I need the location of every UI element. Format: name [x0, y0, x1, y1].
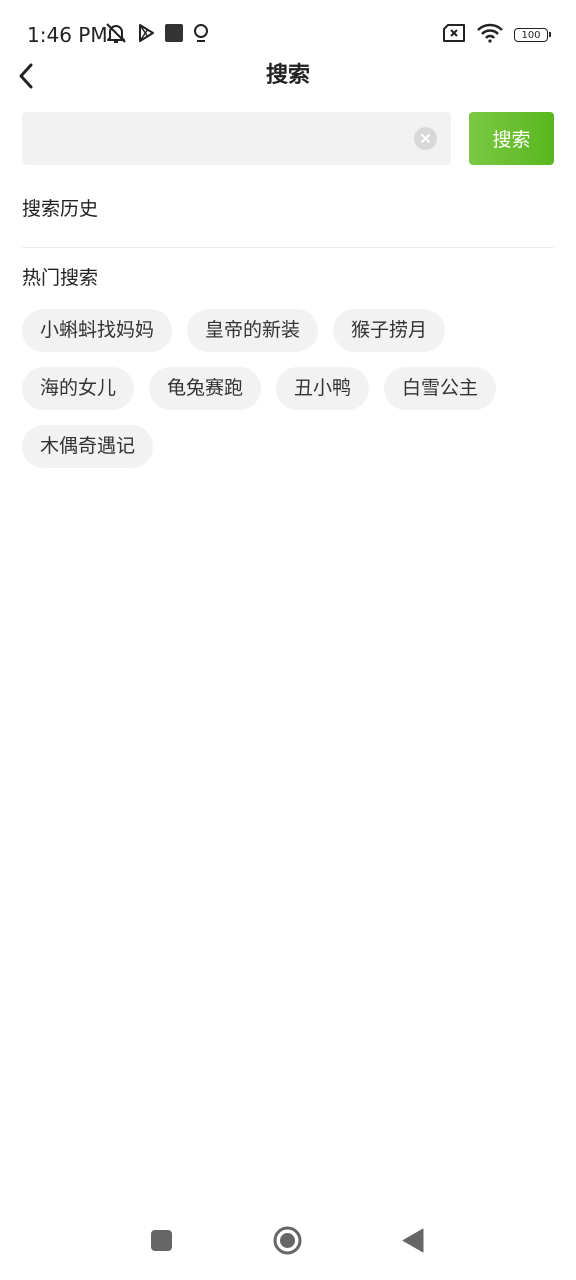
hot-tag[interactable]: 小蝌蚪找妈妈 — [22, 309, 173, 352]
hot-tag[interactable]: 皇帝的新装 — [187, 309, 319, 352]
divider — [22, 247, 554, 248]
hot-tag[interactable]: 木偶奇遇记 — [22, 425, 154, 468]
page-title: 搜索 — [265, 63, 310, 88]
hot-tag[interactable]: 龟兔赛跑 — [149, 367, 262, 410]
play-store-icon — [136, 23, 156, 47]
status-left-icons — [104, 22, 210, 48]
location-pin-icon — [192, 23, 210, 47]
hot-search-tags: 小蝌蚪找妈妈 皇帝的新装 猴子捞月 海的女儿 龟兔赛跑 丑小鸭 白雪公主 木偶奇… — [22, 309, 562, 468]
hot-tag[interactable]: 海的女儿 — [22, 367, 135, 410]
muted-bell-icon — [104, 22, 128, 48]
back-icon[interactable] — [402, 1228, 424, 1253]
navigation-bar — [0, 1210, 576, 1280]
hot-tag[interactable]: 白雪公主 — [384, 367, 497, 410]
search-screen: 1:46 PM 100 搜索 搜索 搜索历史 热门搜索 小蝌蚪找妈妈 皇帝的新装… — [0, 0, 576, 1280]
wifi-icon — [476, 23, 504, 47]
search-box[interactable] — [22, 112, 451, 165]
stop-square-icon — [164, 23, 184, 47]
clear-circle-icon — [421, 134, 430, 143]
home-icon[interactable] — [273, 1226, 302, 1255]
search-button[interactable]: 搜索 — [469, 112, 554, 165]
hot-search-title: 热门搜索 — [22, 267, 99, 289]
clear-button[interactable] — [414, 127, 437, 150]
battery-icon: 100 — [514, 28, 551, 42]
status-right-icons: 100 — [442, 22, 551, 48]
recent-apps-icon[interactable] — [151, 1230, 172, 1251]
app-bar: 搜索 — [0, 52, 576, 100]
search-history-title: 搜索历史 — [22, 198, 99, 220]
hot-tag[interactable]: 猴子捞月 — [333, 309, 446, 352]
status-time: 1:46 PM — [27, 23, 108, 47]
no-sim-icon — [442, 24, 466, 46]
search-input[interactable] — [36, 112, 406, 165]
hot-tag[interactable]: 丑小鸭 — [276, 367, 370, 410]
